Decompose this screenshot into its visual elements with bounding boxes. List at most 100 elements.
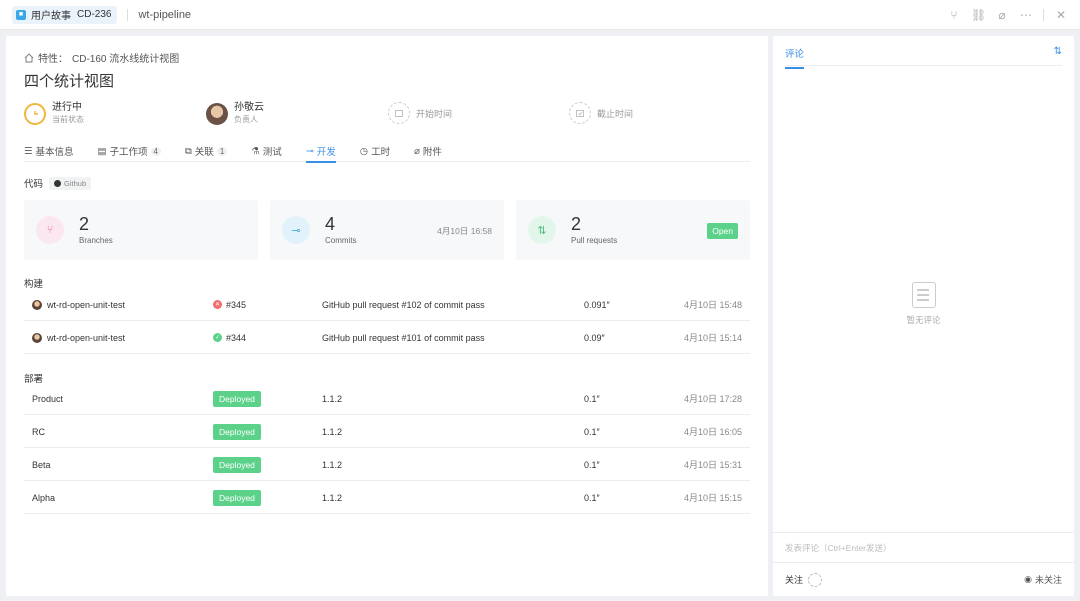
- deploy-status: Deployed: [213, 448, 261, 481]
- tab-label: 子工作项: [109, 147, 148, 158]
- deploy-version: 1.1.2: [322, 426, 343, 437]
- code-source-row: 代码 Github: [24, 176, 92, 190]
- deploy-time: 4月10日 15:15: [683, 493, 742, 503]
- tab-worklog[interactable]: ◷ 工时: [360, 140, 390, 162]
- build-job: wt-rd-open-unit-test: [32, 321, 125, 354]
- deadline-field[interactable]: 截止时间: [569, 102, 633, 124]
- comment-input[interactable]: 发表评论（Ctrl+Enter发送）: [773, 532, 1074, 562]
- deadline-placeholder: 截止时间: [597, 108, 634, 119]
- table-row[interactable]: RC Deployed 1.1.2 0.1″ 4月10日 16:05: [24, 415, 750, 448]
- watch-label: 未关注: [1034, 575, 1062, 585]
- link-icon[interactable]: ⛓: [971, 8, 986, 22]
- state-label: 当前状态: [52, 115, 84, 124]
- commit-icon: ⊸: [305, 145, 314, 157]
- assignee-label: 负责人: [234, 115, 258, 124]
- table-row[interactable]: Alpha Deployed 1.1.2 0.1″ 4月10日 15:15: [24, 481, 750, 514]
- add-follower-icon[interactable]: [808, 572, 823, 587]
- github-icon: [54, 179, 62, 187]
- build-status: ✓ #344: [213, 321, 246, 354]
- github-tag[interactable]: Github: [49, 176, 92, 190]
- assignee-field[interactable]: 孙敬云 负责人: [206, 102, 264, 125]
- header-actions: ⑂ ⛓ ⌀ ⋯ ✕: [947, 0, 1068, 30]
- deploy-time: 4月10日 16:05: [683, 427, 742, 437]
- status-badge: Deployed: [213, 456, 261, 473]
- top-bar: ■ 用户故事 CD-236 wt-pipeline ⑂ ⛓ ⌀ ⋯ ✕: [0, 0, 1080, 30]
- empty-comment-icon: [911, 282, 936, 308]
- table-row[interactable]: wt-rd-open-unit-test ✓ #344 GitHub pull r…: [24, 321, 750, 354]
- build-status: ✕ #345: [213, 288, 246, 321]
- stats-cards: ⑂ 2 Branches ⊸ 4 Commits 4月10日 16:58 ⇅ 2…: [24, 200, 750, 260]
- deploy-env: Alpha: [32, 492, 56, 503]
- pull-request-icon: ⇅: [528, 216, 556, 244]
- comments-panel: 评论 ⇅ 暂无评论 发表评论（Ctrl+Enter发送） 关注 ◉ 未关注: [773, 36, 1074, 596]
- build-id[interactable]: #344: [226, 333, 246, 343]
- watch-toggle[interactable]: ◉ 未关注: [1024, 573, 1062, 586]
- tab-subtasks[interactable]: ▤ 子工作项 4: [98, 140, 161, 162]
- timer-icon: ◷: [359, 145, 369, 157]
- deploy-version: 1.1.2: [322, 393, 343, 404]
- build-message: GitHub pull request #102 of commit pass: [322, 299, 485, 310]
- list-icon: ☰: [24, 145, 33, 157]
- deploy-duration: 0.1″: [584, 492, 600, 503]
- deploy-status: Deployed: [213, 382, 261, 415]
- commits-card[interactable]: ⊸ 4 Commits 4月10日 16:58: [270, 200, 504, 260]
- branches-label: Branches: [79, 236, 113, 245]
- tab-attachments[interactable]: ⌀ 附件: [414, 140, 442, 162]
- project-name[interactable]: wt-pipeline: [138, 9, 191, 21]
- divider: [1043, 9, 1044, 21]
- start-time-placeholder: 开始时间: [416, 108, 453, 119]
- build-message: GitHub pull request #101 of commit pass: [322, 332, 485, 343]
- branches-card[interactable]: ⑂ 2 Branches: [24, 200, 258, 260]
- breadcrumb-parent[interactable]: CD-160 流水线统计视图: [72, 50, 179, 65]
- branches-count: 2: [79, 214, 90, 234]
- deploy-status: Deployed: [213, 481, 261, 514]
- tab-basic-info[interactable]: ☰ 基本信息: [24, 140, 74, 162]
- tab-testing[interactable]: ⚗ 测试: [251, 140, 282, 162]
- comments-footer: 关注 ◉ 未关注: [773, 562, 1074, 596]
- status-badge: Open: [707, 223, 738, 239]
- deploy-env: RC: [32, 426, 45, 437]
- pull-requests-label: Pull requests: [571, 236, 618, 245]
- tab-count: 1: [216, 146, 228, 156]
- state-field[interactable]: 进行中 当前状态: [24, 102, 84, 125]
- follow-button[interactable]: 关注: [785, 572, 823, 587]
- status-row: 进行中 当前状态 孙敬云 负责人 开始时间 截止时间: [24, 102, 744, 128]
- table-row[interactable]: Product Deployed 1.1.2 0.1″ 4月10日 17:28: [24, 382, 750, 415]
- deploy-version: 1.1.2: [322, 459, 343, 470]
- tab-development[interactable]: ⊸ 开发: [305, 140, 336, 163]
- table-row[interactable]: Beta Deployed 1.1.2 0.1″ 4月10日 15:31: [24, 448, 750, 481]
- pull-requests-count: 2: [571, 214, 582, 234]
- deploy-duration: 0.1″: [584, 393, 600, 404]
- tab-comments[interactable]: 评论: [785, 46, 805, 69]
- commits-count: 4: [325, 214, 336, 234]
- start-time-field[interactable]: 开始时间: [388, 102, 452, 124]
- flask-icon: ⚗: [251, 145, 260, 157]
- work-item-code[interactable]: CD-236: [77, 9, 111, 20]
- more-icon[interactable]: ⋯: [1019, 8, 1033, 22]
- tab-relations[interactable]: ⧉ 关联 1: [185, 140, 228, 162]
- sort-icon[interactable]: ⇅: [1054, 46, 1062, 57]
- tab-label: 工时: [371, 147, 391, 158]
- code-label: 代码: [24, 179, 44, 190]
- breadcrumb[interactable]: 特性： CD-160 流水线统计视图: [24, 50, 179, 65]
- divider: [127, 8, 129, 21]
- eye-icon: ◉: [1024, 574, 1032, 584]
- table-row[interactable]: wt-rd-open-unit-test ✕ #345 GitHub pull r…: [24, 288, 750, 321]
- pull-requests-card[interactable]: ⇅ 2 Pull requests Open: [516, 200, 750, 260]
- clock-icon: [24, 102, 46, 125]
- branch-icon[interactable]: ⑂: [947, 8, 961, 22]
- page-title[interactable]: 四个统计视图: [24, 70, 114, 91]
- deploy-time: 4月10日 15:31: [683, 460, 742, 470]
- attachment-icon[interactable]: ⌀: [995, 8, 1009, 22]
- close-icon[interactable]: ✕: [1054, 8, 1068, 22]
- build-time: 4月10日 15:14: [683, 333, 742, 343]
- home-icon: [24, 52, 34, 62]
- build-time: 4月10日 15:48: [683, 300, 742, 310]
- commit-icon: ⊸: [282, 216, 310, 244]
- avatar: [206, 102, 228, 125]
- deploy-duration: 0.1″: [584, 426, 600, 437]
- build-id[interactable]: #345: [226, 300, 246, 310]
- calendar-icon: [388, 102, 410, 124]
- breadcrumb-prefix: 特性：: [38, 54, 68, 65]
- tab-label: 基本信息: [35, 147, 74, 158]
